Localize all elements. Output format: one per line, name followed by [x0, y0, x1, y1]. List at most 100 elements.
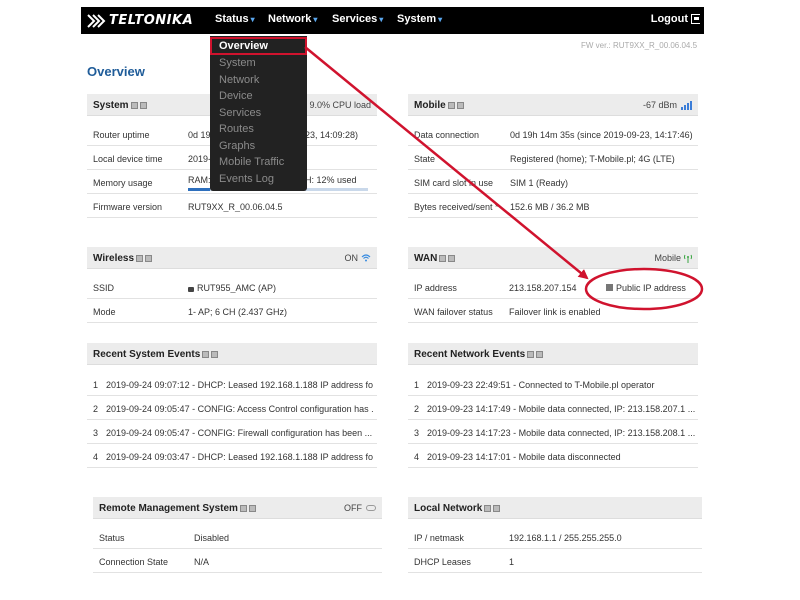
row-value: N/A — [194, 557, 210, 567]
list-item: 4 2019-09-23 14:17:01 - Mobile data disco… — [408, 444, 698, 468]
table-row: Data connection 0d 19h 14m 35s (since 201… — [408, 122, 698, 146]
panel-header: Mobile -67 dBm — [408, 94, 698, 116]
nav-system[interactable]: System ▾ — [397, 13, 442, 25]
recent-system-events-panel: Recent System Events 1 2019-09-24 09:07:1… — [87, 343, 377, 471]
info-icon[interactable] — [202, 351, 210, 358]
menu-item-mobile-traffic[interactable]: Mobile Traffic — [219, 156, 284, 168]
row-key: SSID — [93, 283, 115, 293]
row-key: Memory usage — [93, 178, 153, 188]
wireless-status: ON — [344, 253, 359, 263]
row-key: SIM card slot in use — [414, 178, 494, 188]
row-number: 3 — [93, 428, 99, 438]
table-row: Status Disabled — [93, 525, 382, 549]
row-key: Bytes received/sent * — [414, 202, 499, 212]
menu-item-network[interactable]: Network — [219, 74, 259, 86]
settings-icon[interactable] — [145, 255, 153, 262]
row-key: Router uptime — [93, 130, 150, 140]
menu-item-device[interactable]: Device — [219, 90, 253, 102]
globe-icon — [606, 284, 613, 291]
ram-usage-fill — [188, 188, 210, 191]
row-number: 2 — [93, 404, 99, 414]
logout-button[interactable]: Logout — [651, 13, 700, 25]
table-row: SIM card slot in use SIM 1 (Ready) — [408, 170, 698, 194]
menu-item-services[interactable]: Services — [219, 107, 261, 119]
row-key: Data connection — [414, 130, 480, 140]
info-icon[interactable] — [527, 351, 535, 358]
menu-item-graphs[interactable]: Graphs — [219, 140, 255, 152]
info-icon[interactable] — [447, 102, 455, 109]
panel-title: Recent Network Events — [414, 349, 526, 360]
chevron-down-icon: ▾ — [379, 15, 384, 24]
info-icon[interactable] — [484, 505, 492, 512]
info-icon[interactable] — [130, 102, 138, 109]
public-ip-link[interactable]: Public IP address — [606, 283, 686, 293]
table-row: IP / netmask 192.168.1.1 / 255.255.255.0 — [408, 525, 702, 549]
wan-type: Mobile — [654, 253, 681, 263]
row-value: RUT9XX_R_00.06.04.5 — [188, 202, 283, 212]
signal-bars-icon — [680, 100, 692, 110]
lock-icon — [188, 287, 194, 292]
menu-item-overview[interactable]: Overview — [219, 40, 268, 52]
row-value: 1 — [509, 557, 515, 567]
panel-header: Wireless ON — [87, 247, 377, 269]
table-row: State Registered (home); T-Mobile.pl; 4G … — [408, 146, 698, 170]
cloud-icon — [366, 505, 376, 511]
settings-icon[interactable] — [456, 102, 464, 109]
antenna-icon — [684, 254, 692, 263]
row-value: 2019-09-23 14:17:23 - Mobile data connec… — [427, 428, 695, 438]
local-network-panel: Local Network IP / netmask 192.168.1.1 / … — [408, 497, 702, 575]
list-item: 4 2019-09-24 09:03:47 - DHCP: Leased 192.… — [87, 444, 377, 468]
settings-icon[interactable] — [248, 505, 256, 512]
settings-icon[interactable] — [139, 102, 147, 109]
row-value: 152.6 MB / 36.2 MB — [510, 202, 590, 212]
table-row: Bytes received/sent * 152.6 MB / 36.2 MB — [408, 194, 698, 218]
row-key: WAN failover status — [414, 307, 493, 317]
row-key: IP address — [414, 283, 457, 293]
list-item: 2 2019-09-23 14:17:49 - Mobile data conne… — [408, 396, 698, 420]
nav-network[interactable]: Network ▾ — [268, 13, 317, 25]
settings-icon[interactable] — [211, 351, 219, 358]
row-key: Status — [99, 533, 125, 543]
table-row: WAN failover status Failover link is enab… — [408, 299, 698, 323]
table-row: Connection State N/A — [93, 549, 382, 573]
settings-icon[interactable] — [536, 351, 544, 358]
settings-icon[interactable] — [448, 255, 456, 262]
wan-panel: WAN Mobile IP address 213.158.207.154 Pub… — [408, 247, 698, 325]
row-value: 2019-09-24 09:07:12 - DHCP: Leased 192.1… — [106, 380, 374, 390]
rms-status: OFF — [344, 503, 362, 513]
table-row: Mode 1- AP; 6 CH (2.437 GHz) — [87, 299, 377, 323]
row-value: 192.168.1.1 / 255.255.255.0 — [509, 533, 622, 543]
menu-item-events-log[interactable]: Events Log — [219, 173, 274, 185]
info-icon[interactable] — [439, 255, 447, 262]
row-value: 1- AP; 6 CH (2.437 GHz) — [188, 307, 288, 317]
info-icon[interactable] — [239, 505, 247, 512]
nav-status[interactable]: Status ▾ — [215, 13, 255, 25]
logo-mark-icon — [87, 13, 106, 28]
row-number: 4 — [93, 452, 99, 462]
row-value: Disabled — [194, 533, 230, 543]
panel-header: Recent System Events — [87, 343, 377, 365]
row-number: 1 — [414, 380, 420, 390]
row-value: Registered (home); T-Mobile.pl; 4G (LTE) — [510, 154, 675, 164]
row-value: SIM 1 (Ready) — [510, 178, 569, 188]
panel-title: System — [93, 100, 129, 111]
row-value: 2019-09-24 09:05:47 - CONFIG: Access Con… — [106, 404, 374, 414]
nav-services[interactable]: Services ▾ — [332, 13, 383, 25]
menu-item-system[interactable]: System — [219, 57, 256, 69]
panel-header: Local Network — [408, 497, 702, 519]
panel-title: WAN — [414, 253, 438, 264]
teltonika-logo[interactable]: TELTONIKA — [87, 11, 193, 30]
wireless-panel: Wireless ON SSID RUT955_AMC (AP) Mode 1- A… — [87, 247, 377, 325]
logout-icon — [691, 14, 700, 24]
chevron-down-icon: ▾ — [438, 15, 443, 24]
panel-header: Remote Management System OFF — [93, 497, 382, 519]
table-row: DHCP Leases 1 — [408, 549, 702, 573]
settings-icon[interactable] — [493, 505, 501, 512]
wifi-icon — [361, 254, 371, 262]
row-number: 1 — [93, 380, 99, 390]
info-icon[interactable] — [136, 255, 144, 262]
cpu-load: 9.0% CPU load — [309, 100, 371, 110]
menu-item-routes[interactable]: Routes — [219, 123, 254, 135]
row-value: 213.158.207.154 — [509, 283, 577, 293]
row-value: Failover link is enabled — [509, 307, 601, 317]
